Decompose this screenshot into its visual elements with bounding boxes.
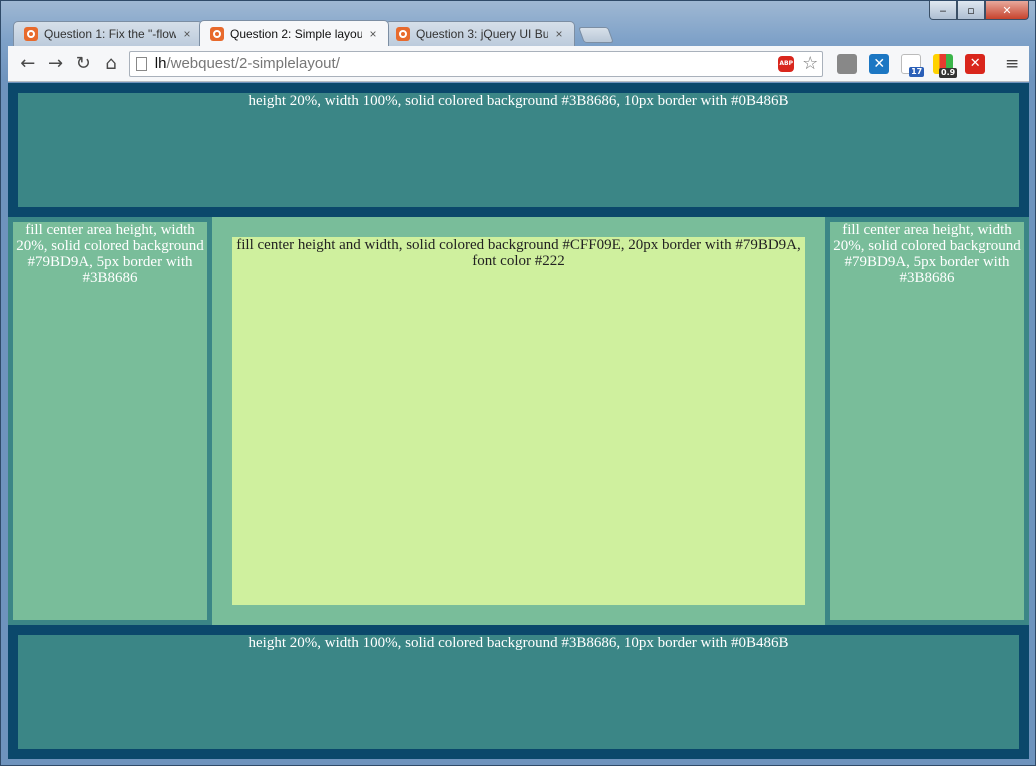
right-sidebar-text: fill center area height, width 20%, soli… [833, 222, 1021, 286]
page-viewport: height 20%, width 100%, solid colored ba… [8, 83, 1029, 759]
center-content: fill center height and width, solid colo… [212, 217, 825, 625]
tab-title: Question 3: jQuery UI Butt [416, 27, 548, 41]
page-icon [135, 56, 147, 71]
xampp-favicon-icon [210, 26, 224, 41]
center-text: fill center height and width, solid colo… [236, 237, 801, 269]
browser-toolbar: ← → ↻ ⌂ lh/webquest/2-simplelayout/ ABP … [8, 46, 1029, 82]
header-text: height 20%, width 100%, solid colored ba… [248, 93, 789, 109]
feed-badge: 17 [909, 66, 925, 77]
bookmark-star-icon[interactable]: ☆ [802, 53, 818, 74]
tab-close-icon[interactable]: × [180, 27, 194, 41]
x-extension-icon[interactable]: ✕ [869, 53, 890, 74]
tab-question-1[interactable]: Question 1: Fix the "-flow" × [13, 21, 203, 46]
xampp-favicon-icon [396, 27, 410, 41]
url-host: lh [154, 55, 167, 72]
tab-strip: Question 1: Fix the "-flow" × Question 2… [13, 20, 614, 46]
tab-close-icon[interactable]: × [552, 27, 566, 41]
adblock-icon[interactable]: ABP [778, 55, 795, 72]
feed-extension-icon[interactable]: 17 [901, 53, 925, 77]
tab-title: Question 1: Fix the "-flow" [44, 27, 176, 41]
tab-title: Question 2: Simple layout [230, 26, 362, 41]
address-bar[interactable]: lh/webquest/2-simplelayout/ ABP ☆ [128, 50, 824, 77]
new-tab-button[interactable] [578, 27, 614, 43]
middle-region: fill center area height, width 20%, soli… [8, 217, 1029, 625]
red-x-extension-icon[interactable]: ✕ [965, 53, 986, 74]
color-badge: 0.9 [939, 67, 958, 78]
home-button[interactable]: ⌂ [97, 50, 125, 78]
url-path: /webquest/2-simplelayout/ [166, 55, 340, 72]
maximize-button[interactable]: ▫ [957, 1, 985, 20]
left-sidebar-text: fill center area height, width 20%, soli… [16, 222, 204, 286]
forward-button[interactable]: → [42, 50, 70, 78]
header-region: height 20%, width 100%, solid colored ba… [8, 83, 1029, 217]
right-sidebar: fill center area height, width 20%, soli… [825, 217, 1029, 625]
reload-button[interactable]: ↻ [69, 50, 97, 78]
left-sidebar: fill center area height, width 20%, soli… [8, 217, 212, 625]
xampp-favicon-icon [24, 27, 38, 41]
footer-text: height 20%, width 100%, solid colored ba… [248, 635, 789, 651]
menu-icon[interactable]: ≡ [1001, 53, 1023, 75]
tab-close-icon[interactable]: × [366, 27, 380, 41]
extensions-area: ✕ 17 0.9 ✕ [837, 53, 997, 78]
close-window-button[interactable]: ✕ [985, 1, 1029, 20]
color-extension-icon[interactable]: 0.9 [933, 53, 958, 78]
tab-question-2[interactable]: Question 2: Simple layout × [199, 20, 389, 46]
footer-region: height 20%, width 100%, solid colored ba… [8, 625, 1029, 759]
glasses-extension-icon[interactable] [837, 53, 858, 74]
tab-question-3[interactable]: Question 3: jQuery UI Butt × [385, 21, 575, 46]
back-button[interactable]: ← [14, 50, 42, 78]
browser-window: ‒ ▫ ✕ Question 1: Fix the "-flow" × Ques… [0, 0, 1036, 766]
minimize-button[interactable]: ‒ [929, 1, 957, 20]
window-controls: ‒ ▫ ✕ [929, 1, 1029, 21]
